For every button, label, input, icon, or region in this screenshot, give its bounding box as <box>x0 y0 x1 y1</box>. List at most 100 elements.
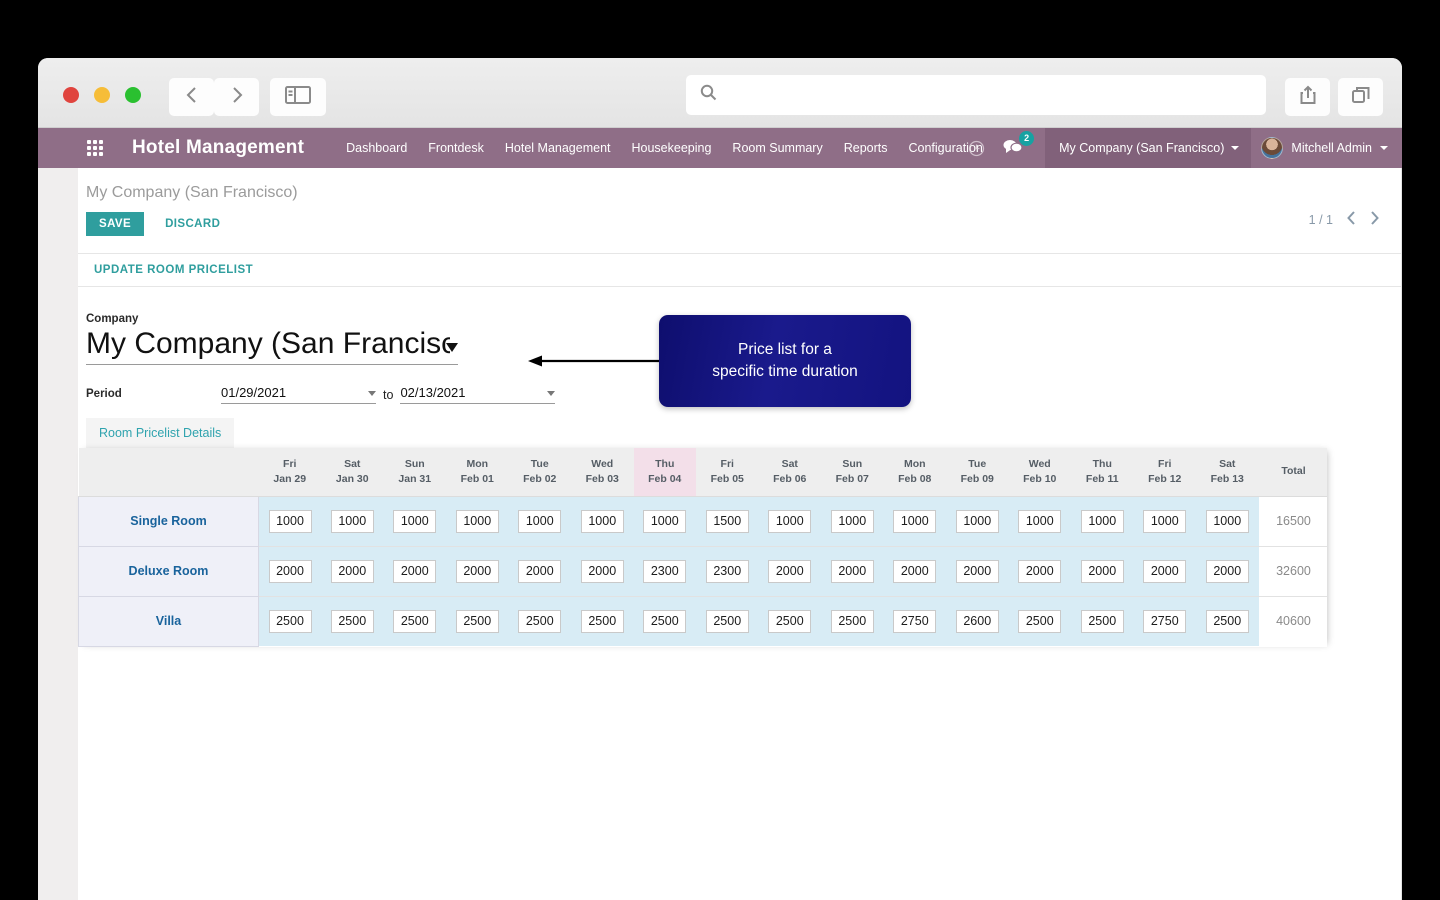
period-to-field[interactable]: 02/13/2021 <box>400 385 556 404</box>
tab-overview-button[interactable] <box>1338 78 1383 116</box>
price-cell[interactable]: 2300 <box>633 545 696 596</box>
price-input[interactable]: 1000 <box>393 509 437 533</box>
price-cell[interactable]: 1000 <box>571 496 634 546</box>
price-cell[interactable]: 2000 <box>1071 545 1134 596</box>
price-input[interactable]: 2500 <box>1205 609 1249 633</box>
price-input[interactable]: 2000 <box>830 559 874 583</box>
price-cell[interactable]: 2000 <box>1008 545 1071 596</box>
price-cell[interactable]: 2000 <box>321 545 384 596</box>
price-input[interactable]: 2500 <box>830 609 874 633</box>
menu-item-hotel-management[interactable]: Hotel Management <box>505 141 611 155</box>
price-input[interactable]: 2500 <box>705 609 749 633</box>
menu-item-room-summary[interactable]: Room Summary <box>732 141 822 155</box>
price-cell[interactable]: 2500 <box>633 595 696 646</box>
price-cell[interactable]: 2000 <box>508 545 571 596</box>
price-cell[interactable]: 2000 <box>946 545 1009 596</box>
tab-room-pricelist-details[interactable]: Room Pricelist Details <box>86 418 235 448</box>
price-cell[interactable]: 1000 <box>883 496 946 546</box>
price-cell[interactable]: 1000 <box>1071 496 1134 546</box>
close-window-button[interactable] <box>63 87 79 103</box>
price-cell[interactable]: 1000 <box>446 496 509 546</box>
price-input[interactable]: 2300 <box>705 559 749 583</box>
price-cell[interactable]: 2500 <box>1008 595 1071 646</box>
price-input[interactable]: 2000 <box>393 559 437 583</box>
price-cell[interactable]: 2000 <box>258 545 321 596</box>
menu-item-reports[interactable]: Reports <box>844 141 888 155</box>
price-input[interactable]: 2500 <box>1018 609 1062 633</box>
price-cell[interactable]: 2000 <box>446 545 509 596</box>
price-input[interactable]: 1000 <box>1080 509 1124 533</box>
price-cell[interactable]: 2500 <box>258 595 321 646</box>
price-input[interactable]: 2300 <box>643 559 687 583</box>
address-search-bar[interactable] <box>686 75 1266 115</box>
price-cell[interactable]: 2000 <box>883 545 946 596</box>
room-type-label[interactable]: Single Room <box>78 495 259 547</box>
back-button[interactable] <box>169 78 214 116</box>
price-input[interactable]: 2500 <box>330 609 374 633</box>
apps-grid-icon[interactable] <box>87 140 103 156</box>
price-input[interactable]: 2000 <box>1143 559 1187 583</box>
price-input[interactable]: 2600 <box>955 609 999 633</box>
price-input[interactable]: 2000 <box>1205 559 1249 583</box>
user-menu[interactable]: Mitchell Admin <box>1251 137 1402 159</box>
price-input[interactable]: 1000 <box>893 509 937 533</box>
price-input[interactable]: 2500 <box>393 609 437 633</box>
price-input[interactable]: 2750 <box>893 609 937 633</box>
price-input[interactable]: 1000 <box>268 509 312 533</box>
price-input[interactable]: 2500 <box>518 609 562 633</box>
price-input[interactable]: 1000 <box>330 509 374 533</box>
price-input[interactable]: 2000 <box>455 559 499 583</box>
price-input[interactable]: 1000 <box>455 509 499 533</box>
price-cell[interactable]: 1000 <box>258 496 321 546</box>
price-cell[interactable]: 1000 <box>633 496 696 546</box>
menu-item-dashboard[interactable]: Dashboard <box>346 141 407 155</box>
price-input[interactable]: 2000 <box>580 559 624 583</box>
price-cell[interactable]: 2600 <box>946 595 1009 646</box>
price-cell[interactable]: 2500 <box>821 595 884 646</box>
breadcrumb[interactable]: My Company (San Francisco) <box>78 168 1401 202</box>
price-input[interactable]: 2500 <box>268 609 312 633</box>
clock-icon[interactable] <box>968 140 985 157</box>
price-input[interactable]: 2500 <box>768 609 812 633</box>
price-cell[interactable]: 2500 <box>321 595 384 646</box>
company-field[interactable]: My Company (San Francisco) <box>86 327 458 365</box>
room-type-label[interactable]: Deluxe Room <box>78 545 259 597</box>
price-input[interactable]: 1000 <box>580 509 624 533</box>
chat-icon[interactable]: 2 <box>1003 130 1035 159</box>
price-input[interactable]: 1000 <box>1205 509 1249 533</box>
price-input[interactable]: 2500 <box>643 609 687 633</box>
price-input[interactable]: 2000 <box>1018 559 1062 583</box>
price-cell[interactable]: 1000 <box>321 496 384 546</box>
price-cell[interactable]: 2750 <box>1133 595 1196 646</box>
price-cell[interactable]: 2300 <box>696 545 759 596</box>
price-input[interactable]: 1000 <box>1143 509 1187 533</box>
share-button[interactable] <box>1285 78 1330 116</box>
price-input[interactable]: 2500 <box>1080 609 1124 633</box>
price-cell[interactable]: 1000 <box>1008 496 1071 546</box>
price-cell[interactable]: 2000 <box>383 545 446 596</box>
pager-previous-button[interactable] <box>1347 211 1356 228</box>
price-cell[interactable]: 2500 <box>446 595 509 646</box>
minimize-window-button[interactable] <box>94 87 110 103</box>
price-input[interactable]: 1000 <box>518 509 562 533</box>
price-cell[interactable]: 1000 <box>383 496 446 546</box>
price-input[interactable]: 2000 <box>768 559 812 583</box>
price-input[interactable]: 2000 <box>955 559 999 583</box>
chevron-down-icon[interactable] <box>368 391 376 396</box>
chevron-down-icon[interactable] <box>547 391 556 396</box>
price-cell[interactable]: 2000 <box>821 545 884 596</box>
room-type-label[interactable]: Villa <box>78 595 259 647</box>
save-button[interactable]: SAVE <box>86 212 145 236</box>
price-input[interactable]: 2000 <box>330 559 374 583</box>
price-cell[interactable]: 1000 <box>1196 496 1259 546</box>
price-cell[interactable]: 1000 <box>508 496 571 546</box>
price-cell[interactable]: 2500 <box>383 595 446 646</box>
price-cell[interactable]: 2000 <box>571 545 634 596</box>
price-cell[interactable]: 1000 <box>946 496 1009 546</box>
price-input[interactable]: 1000 <box>643 509 687 533</box>
chevron-down-icon[interactable] <box>446 343 458 352</box>
price-cell[interactable]: 1500 <box>696 496 759 546</box>
price-input[interactable]: 2000 <box>893 559 937 583</box>
price-input[interactable]: 2750 <box>1143 609 1187 633</box>
price-input[interactable]: 2500 <box>455 609 499 633</box>
